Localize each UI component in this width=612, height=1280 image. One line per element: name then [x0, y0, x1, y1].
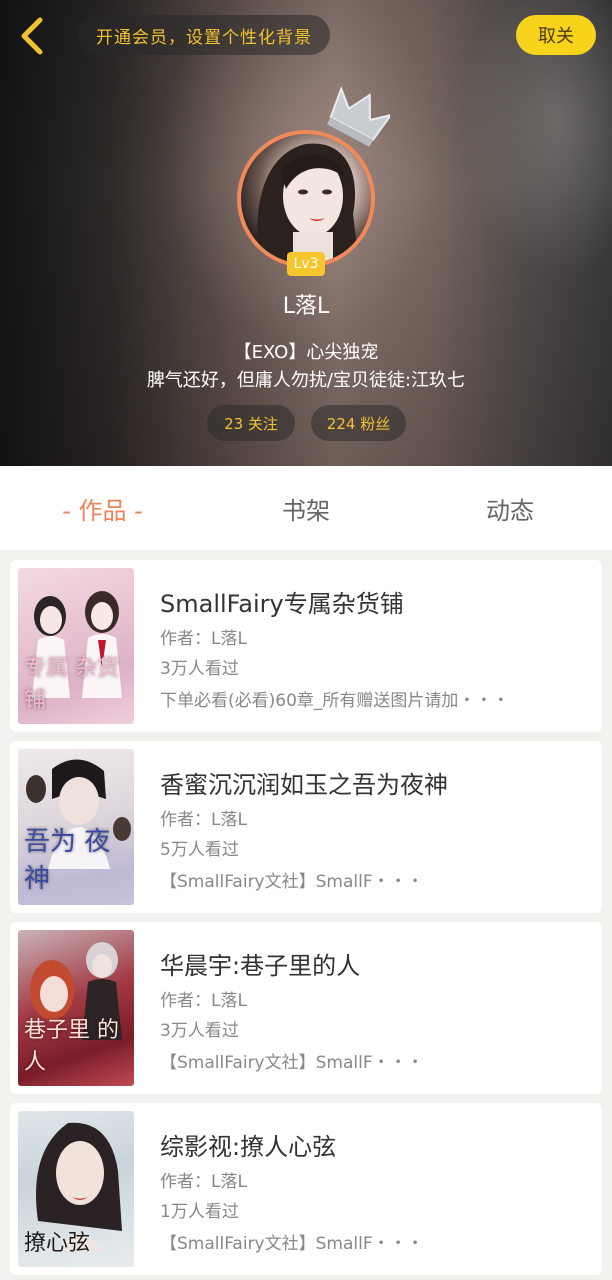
- cover-title: 吾为 夜神: [24, 827, 111, 894]
- followers-count-button[interactable]: 224 粉丝: [311, 405, 406, 441]
- username: L落L: [282, 294, 330, 319]
- following-count-button[interactable]: 23 关注: [207, 405, 295, 441]
- book-cover[interactable]: 专属 杂货铺: [18, 568, 134, 724]
- book-views: 3万人看过: [160, 659, 239, 679]
- book-views: 1万人看过: [160, 1202, 239, 1222]
- book-description: 下单必看(必看)60章_所有赠送图片请加・・・: [160, 691, 510, 711]
- following-count: 23 关注: [224, 414, 278, 433]
- cover-title: 专属 杂货铺: [24, 656, 119, 713]
- book-description: 【SmallFairy文社】SmallF・・・: [160, 1053, 424, 1073]
- book-author: 作者：L落L: [160, 810, 247, 830]
- tab-activity[interactable]: 动态: [435, 466, 585, 550]
- book-description: 【SmallFairy文社】SmallF・・・: [160, 1234, 424, 1254]
- book-cover[interactable]: 巷子里 的人: [18, 930, 134, 1086]
- followers-count: 224 粉丝: [326, 414, 391, 433]
- tab-works[interactable]: - 作品 -: [30, 466, 175, 550]
- promo-text: 开通会员，设置个性化背景: [96, 27, 312, 48]
- book-cover[interactable]: 撩心弦: [18, 1111, 134, 1267]
- book-author: 作者：L落L: [160, 629, 247, 649]
- book-views: 3万人看过: [160, 1021, 239, 1041]
- book-title[interactable]: 综影视:撩人心弦: [160, 1127, 336, 1162]
- book-card[interactable]: 巷子里 的人 华晨宇:巷子里的人 作者：L落L 3万人看过 【SmallFair…: [10, 922, 602, 1094]
- unfollow-button[interactable]: 取关: [516, 15, 596, 55]
- cover-title: 撩心弦: [24, 1231, 91, 1256]
- book-cover[interactable]: 吾为 夜神: [18, 749, 134, 905]
- book-card[interactable]: 专属 杂货铺 SmallFairy专属杂货铺 作者：L落L 3万人看过 下单必看…: [10, 560, 602, 732]
- vip-promo-banner[interactable]: 开通会员，设置个性化背景: [78, 15, 330, 55]
- book-description: 【SmallFairy文社】SmallF・・・: [160, 872, 424, 892]
- book-card[interactable]: 吾为 夜神 香蜜沉沉润如玉之吾为夜神 作者：L落L 5万人看过 【SmallFa…: [10, 741, 602, 913]
- book-author: 作者：L落L: [160, 991, 247, 1011]
- book-title[interactable]: 华晨宇:巷子里的人: [160, 946, 360, 981]
- level-text: Lv3: [293, 256, 319, 272]
- cover-title: 巷子里 的人: [24, 1018, 119, 1075]
- chevron-left-icon: [21, 17, 43, 55]
- avatar[interactable]: [237, 130, 375, 268]
- bio-line-1: 【EXO】心尖独宠: [233, 342, 379, 363]
- tab-bookshelf[interactable]: 书架: [230, 466, 382, 550]
- unfollow-label: 取关: [538, 26, 574, 47]
- avatar-portrait: [257, 143, 359, 264]
- level-badge: Lv3: [287, 252, 325, 276]
- book-title[interactable]: SmallFairy专属杂货铺: [160, 584, 404, 619]
- bio-line-2: 脾气还好，但庸人勿扰/宝贝徒徒:江玖七: [146, 370, 466, 391]
- book-card[interactable]: 撩心弦 综影视:撩人心弦 作者：L落L 1万人看过 【SmallFairy文社】…: [10, 1103, 602, 1275]
- back-button[interactable]: [14, 14, 50, 58]
- book-title[interactable]: 香蜜沉沉润如玉之吾为夜神: [160, 765, 448, 800]
- profile-tabs: - 作品 - 书架 动态: [0, 466, 612, 550]
- book-views: 5万人看过: [160, 840, 239, 860]
- profile-header: 开通会员，设置个性化背景 取关 Lv3 L落L 【EXO】心尖独宠 脾气还好，但…: [0, 0, 612, 466]
- book-author: 作者：L落L: [160, 1172, 247, 1192]
